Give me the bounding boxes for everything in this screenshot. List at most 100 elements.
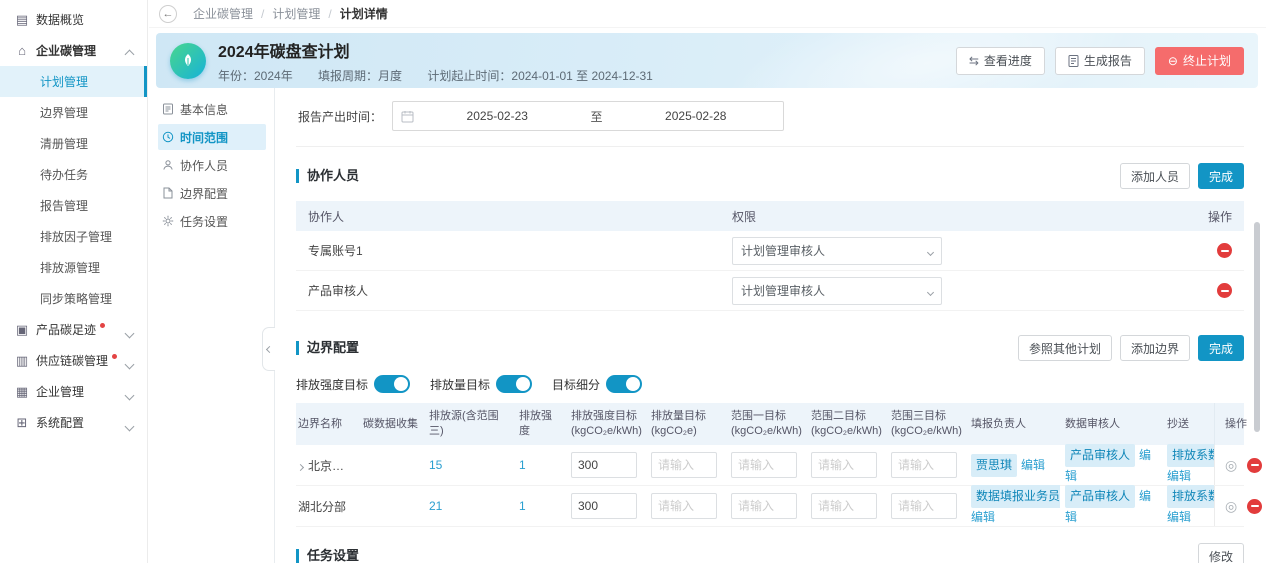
permission-select[interactable]: 计划管理审核人 [732, 237, 942, 265]
sidebar-item-product-footprint[interactable]: ▣ 产品碳足迹 [0, 314, 147, 345]
scope3-goal-input[interactable] [891, 493, 957, 519]
permission-value: 计划管理审核人 [741, 282, 825, 299]
emission-intensity-link[interactable]: 1 [519, 458, 526, 472]
intensity-goal-toggle[interactable] [374, 375, 410, 393]
expand-row-icon[interactable] [297, 463, 304, 470]
stop-circle-icon: ⊖ [1168, 54, 1178, 68]
tab-time-range[interactable]: 时间范围 [158, 124, 266, 150]
remove-boundary-icon[interactable] [1247, 458, 1262, 473]
remove-boundary-icon[interactable] [1247, 499, 1262, 514]
boundary-table: 边界名称 碳数据收集 排放源(含范围三) 排放强度 排放强度目标(kgCO₂e/… [296, 403, 1244, 527]
scope3-goal-input[interactable] [891, 452, 957, 478]
scope1-goal-input[interactable] [731, 493, 797, 519]
clock-icon [162, 131, 174, 143]
sidebar-item-data-overview[interactable]: ▤ 数据概览 [0, 4, 147, 35]
chevron-down-icon [126, 326, 133, 340]
modify-task-button[interactable]: 修改 [1198, 543, 1244, 563]
end-date-value[interactable]: 2025-02-28 [617, 109, 776, 123]
scope1-goal-input[interactable] [731, 452, 797, 478]
sidebar-item-system-config[interactable]: ⊞ 系统配置 [0, 407, 147, 438]
breadcrumb-item[interactable]: 企业碳管理 [193, 5, 253, 22]
factory-icon: ⌂ [14, 43, 30, 58]
emission-goal-toggle[interactable] [496, 375, 532, 393]
sidebar-item-emission-factor-management[interactable]: 排放因子管理 [0, 221, 147, 252]
permission-select[interactable]: 计划管理审核人 [732, 277, 942, 305]
add-collaborator-button[interactable]: 添加人员 [1120, 163, 1190, 189]
collaborators-title: 协作人员 [296, 169, 359, 183]
sidebar-item-todo-tasks[interactable]: 待办任务 [0, 159, 147, 190]
plan-detail-content: 报告产出时间： 2025-02-23 至 2025-02-28 协作人员 添加人… [276, 88, 1266, 563]
vertical-scrollbar[interactable] [1254, 222, 1260, 432]
edit-owner-link[interactable]: 编辑 [971, 510, 995, 524]
tab-task-settings[interactable]: 任务设置 [158, 208, 266, 234]
goal-breakdown-toggle-label: 目标细分 [552, 376, 600, 393]
report-date-range-picker[interactable]: 2025-02-23 至 2025-02-28 [392, 101, 784, 131]
file-icon [162, 187, 174, 199]
reference-other-plan-button[interactable]: 参照其他计划 [1018, 335, 1112, 361]
back-button[interactable]: ← [159, 5, 177, 23]
progress-arrows-icon: ⇆ [969, 54, 979, 68]
emission-goal-input[interactable] [651, 452, 717, 478]
breadcrumb-item[interactable]: 计划管理 [272, 5, 320, 22]
sidebar-item-supply-chain-carbon[interactable]: ▥ 供应链碳管理 [0, 345, 147, 376]
owner-tag: 贾思琪 [971, 454, 1017, 477]
report-doc-icon [1068, 55, 1079, 67]
plan-year: 年份：2024年 [218, 69, 293, 83]
sidebar-item-label: 产品碳足迹 [36, 321, 96, 338]
emission-goal-toggle-label: 排放量目标 [430, 376, 490, 393]
column-header-name: 协作人 [308, 208, 732, 225]
add-boundary-button[interactable]: 添加边界 [1120, 335, 1190, 361]
emission-source-count-link[interactable]: 21 [429, 499, 442, 513]
terminate-plan-button[interactable]: ⊖ 终止计划 [1155, 47, 1244, 75]
collapse-panel-handle[interactable] [262, 327, 275, 371]
emission-goal-input[interactable] [651, 493, 717, 519]
tab-basic-info[interactable]: 基本信息 [158, 96, 266, 122]
column-header: 碳数据收集 [358, 417, 424, 432]
report-time-label: 报告产出时间： [296, 108, 382, 125]
scope2-goal-input[interactable] [811, 452, 877, 478]
task-section-header: 任务设置 修改 [296, 543, 1244, 563]
emission-source-count-link[interactable]: 15 [429, 458, 442, 472]
sidebar-item-enterprise-carbon[interactable]: ⌂ 企业碳管理 [0, 35, 147, 66]
edit-cc-link[interactable]: 编辑 [1167, 469, 1191, 483]
tab-collaborators[interactable]: 协作人员 [158, 152, 266, 178]
boundary-done-button[interactable]: 完成 [1198, 335, 1244, 361]
view-progress-button[interactable]: ⇆ 查看进度 [956, 47, 1045, 75]
sidebar-item-label: 排放源管理 [40, 259, 100, 276]
edit-owner-link[interactable]: 编辑 [1021, 458, 1045, 472]
column-header: 范围二目标(kgCO₂e/kWh) [806, 409, 886, 439]
sidebar-item-enterprise-management[interactable]: ▦ 企业管理 [0, 376, 147, 407]
target-detail-icon[interactable]: ◎ [1225, 499, 1237, 513]
boundary-name[interactable]: 北京… [296, 457, 358, 474]
sidebar-item-report-management[interactable]: 报告管理 [0, 190, 147, 221]
plan-meta: 年份：2024年 填报周期：月度 计划起止时间：2024-01-01 至 202… [218, 67, 675, 84]
sidebar-item-plan-management[interactable]: 计划管理 [0, 66, 147, 97]
chevron-down-icon [126, 388, 133, 402]
boundary-toggles: 排放强度目标 排放量目标 目标细分 [296, 375, 1244, 393]
intensity-goal-input[interactable] [571, 452, 637, 478]
scope2-goal-input[interactable] [811, 493, 877, 519]
cc-tag: 排放系数 [1167, 444, 1214, 467]
sidebar-item-boundary-management[interactable]: 边界管理 [0, 97, 147, 128]
plan-info: 2024年碳盘查计划 年份：2024年 填报周期：月度 计划起止时间：2024-… [218, 38, 675, 84]
plan-title: 2024年碳盘查计划 [218, 38, 675, 62]
edit-cc-link[interactable]: 编辑 [1167, 510, 1191, 524]
remove-collaborator-icon[interactable] [1217, 283, 1232, 298]
start-date-value[interactable]: 2025-02-23 [418, 109, 577, 123]
intensity-goal-input[interactable] [571, 493, 637, 519]
remove-collaborator-icon[interactable] [1217, 243, 1232, 258]
goal-breakdown-toggle[interactable] [606, 375, 642, 393]
sidebar-item-emission-source-management[interactable]: 排放源管理 [0, 252, 147, 283]
sidebar-item-inventory-management[interactable]: 清册管理 [0, 128, 147, 159]
collaborators-done-button[interactable]: 完成 [1198, 163, 1244, 189]
boundary-name[interactable]: 湖北分部 [296, 498, 358, 515]
target-detail-icon[interactable]: ◎ [1225, 458, 1237, 472]
sidebar-item-label: 企业管理 [36, 383, 84, 400]
boundary-section-header: 边界配置 参照其他计划 添加边界 完成 [296, 335, 1244, 361]
building-icon: ▦ [14, 384, 30, 400]
generate-report-button[interactable]: 生成报告 [1055, 47, 1145, 75]
sidebar-item-sync-strategy-management[interactable]: 同步策略管理 [0, 283, 147, 314]
tab-boundary-config[interactable]: 边界配置 [158, 180, 266, 206]
emission-intensity-link[interactable]: 1 [519, 499, 526, 513]
package-icon: ▣ [14, 322, 30, 338]
